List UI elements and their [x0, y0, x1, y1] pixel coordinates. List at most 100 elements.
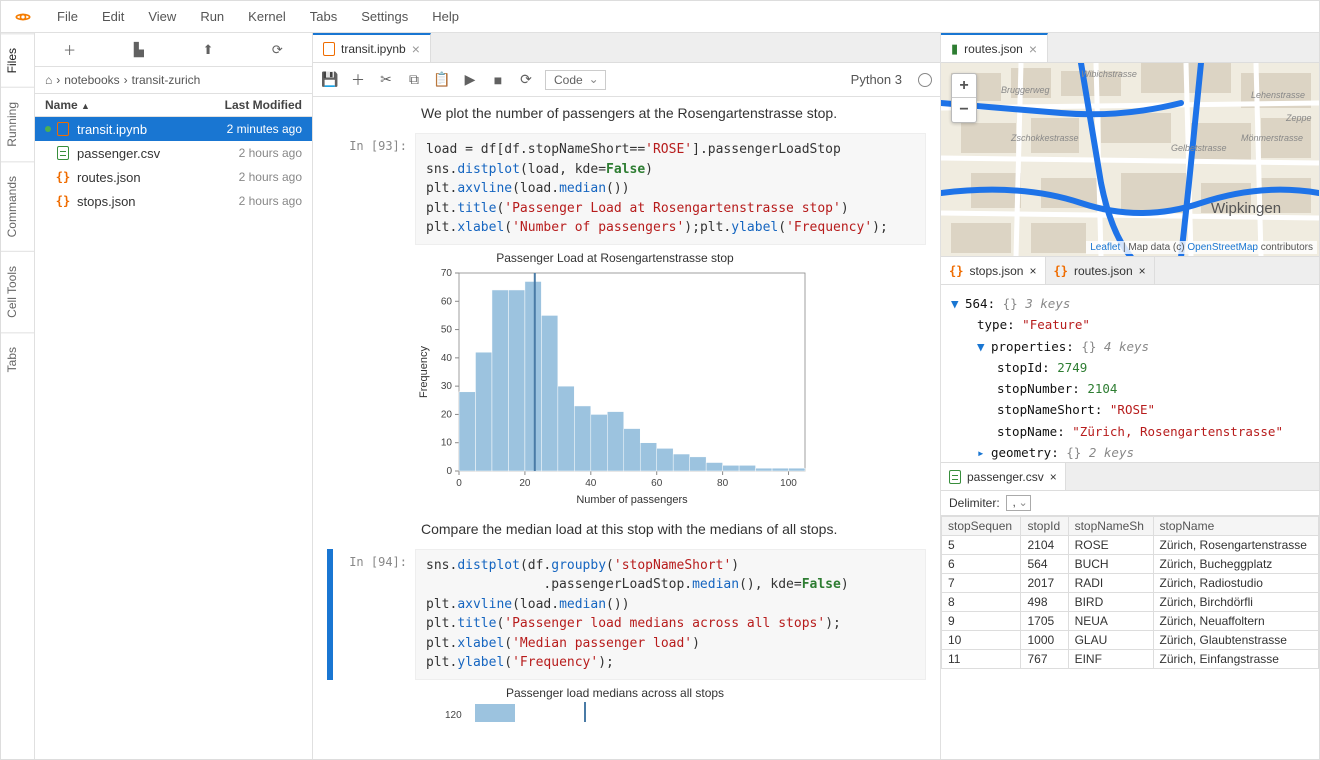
menu-settings[interactable]: Settings: [349, 5, 420, 28]
json-viewer[interactable]: ▼564: {} 3 keys type: "Feature" ▼propert…: [941, 285, 1319, 463]
leaflet-link[interactable]: Leaflet: [1090, 242, 1120, 253]
menu-kernel[interactable]: Kernel: [236, 5, 298, 28]
run-icon[interactable]: ▶: [461, 71, 479, 88]
code-input[interactable]: sns.distplot(df.groupby('stopNameShort')…: [415, 549, 926, 680]
menu-edit[interactable]: Edit: [90, 5, 136, 28]
svg-text:120: 120: [445, 710, 462, 721]
delimiter-dropdown[interactable]: ,: [1006, 495, 1031, 511]
upload-icon[interactable]: ⬆: [196, 42, 220, 58]
menu-tabs[interactable]: Tabs: [298, 5, 349, 28]
home-icon[interactable]: ⌂: [45, 73, 52, 87]
json-icon: {}: [56, 194, 70, 208]
table-row[interactable]: 52104ROSEZürich, Rosengartenstrasse: [942, 536, 1319, 555]
code-input[interactable]: load = df[df.stopNameShort=='ROSE'].pass…: [415, 133, 926, 245]
notebook-cells: We plot the number of passengers at the …: [313, 97, 940, 759]
paste-icon[interactable]: 📋: [433, 71, 451, 88]
csv-header[interactable]: stopName: [1153, 517, 1318, 536]
svg-text:Number of passengers: Number of passengers: [576, 494, 688, 506]
kernel-name[interactable]: Python 3: [851, 72, 902, 87]
breadcrumb-seg[interactable]: notebooks: [64, 73, 119, 87]
delimiter-label: Delimiter:: [949, 496, 1000, 510]
file-row[interactable]: transit.ipynb2 minutes ago: [35, 117, 312, 141]
cut-icon[interactable]: ✂: [377, 71, 395, 88]
close-icon[interactable]: ×: [412, 41, 420, 57]
markdown-cell[interactable]: Compare the median load at this stop wit…: [313, 517, 940, 547]
csv-header[interactable]: stopNameSh: [1068, 517, 1153, 536]
cell-output-chart-partial: Passenger load medians across all stops …: [313, 682, 940, 735]
tab-json-stops[interactable]: {} stops.json ×: [941, 257, 1046, 284]
breadcrumb[interactable]: ⌂ ›notebooks ›transit-zurich: [35, 67, 312, 94]
csv-header[interactable]: stopSequen: [942, 517, 1021, 536]
svg-text:60: 60: [651, 478, 663, 489]
new-folder-icon[interactable]: ▙: [127, 42, 151, 58]
table-row[interactable]: 72017RADIZürich, Radiostudio: [942, 574, 1319, 593]
menu-file[interactable]: File: [45, 5, 90, 28]
file-list: transit.ipynb2 minutes agopassenger.csv2…: [35, 117, 312, 759]
rail-tab-files[interactable]: Files: [1, 33, 34, 87]
sidebar-rail: Files Running Commands Cell Tools Tabs: [1, 33, 35, 759]
close-icon[interactable]: ×: [1029, 264, 1036, 278]
svg-text:Wipkingen: Wipkingen: [1211, 200, 1281, 217]
tab-label: routes.json: [1074, 264, 1133, 278]
close-icon[interactable]: ×: [1029, 41, 1037, 57]
jupyter-logo: [13, 7, 33, 27]
add-cell-icon[interactable]: ＋: [349, 70, 367, 90]
tab-json-routes[interactable]: {} routes.json ×: [1046, 257, 1155, 284]
save-icon[interactable]: 💾: [321, 71, 339, 88]
markdown-cell[interactable]: We plot the number of passengers at the …: [313, 101, 940, 131]
menu-run[interactable]: Run: [188, 5, 236, 28]
chart-title: Passenger load medians across all stops: [415, 686, 815, 700]
disclosure-icon[interactable]: ▸: [977, 442, 987, 463]
table-row[interactable]: 91705NEUAZürich, Neuaffoltern: [942, 612, 1319, 631]
rail-tab-celltools[interactable]: Cell Tools: [1, 251, 34, 332]
disclosure-icon[interactable]: ▼: [977, 336, 987, 357]
svg-text:Wibichstrasse: Wibichstrasse: [1081, 69, 1137, 79]
code-cell[interactable]: In [93]: load = df[df.stopNameShort=='RO…: [313, 131, 940, 247]
tab-csv[interactable]: passenger.csv ×: [941, 463, 1066, 490]
cell-output-chart: Passenger Load at Rosengartenstrasse sto…: [313, 247, 940, 517]
new-launcher-icon[interactable]: ＋: [58, 40, 82, 59]
osm-link[interactable]: OpenStreetMap: [1187, 242, 1258, 253]
stop-icon[interactable]: ■: [489, 72, 507, 88]
cell-type-dropdown[interactable]: Code: [545, 70, 606, 90]
disclosure-icon[interactable]: ▼: [951, 293, 961, 314]
breadcrumb-seg[interactable]: transit-zurich: [132, 73, 201, 87]
col-modified[interactable]: Last Modified: [192, 98, 302, 112]
menu-help[interactable]: Help: [420, 5, 471, 28]
col-name[interactable]: Name: [45, 98, 78, 112]
close-icon[interactable]: ×: [1139, 264, 1146, 278]
copy-icon[interactable]: ⧉: [405, 71, 423, 88]
zoom-in-button[interactable]: +: [952, 74, 976, 98]
code-cell[interactable]: In [94]: sns.distplot(df.groupby('stopNa…: [313, 547, 940, 682]
input-prompt: In [94]:: [337, 549, 415, 680]
notebook-toolbar: 💾 ＋ ✂ ⧉ 📋 ▶ ■ ⟳ Code Python 3: [313, 63, 940, 97]
map-view[interactable]: Wibichstrasse Bruggerweg Lehenstrasse Zs…: [941, 63, 1319, 257]
file-row[interactable]: {}routes.json2 hours ago: [35, 165, 312, 189]
svg-text:Lehenstrasse: Lehenstrasse: [1251, 90, 1305, 100]
tab-notebook[interactable]: transit.ipynb ×: [313, 33, 431, 62]
kernel-status-icon: [918, 73, 932, 87]
csv-header[interactable]: stopId: [1021, 517, 1068, 536]
histogram-plot: 010203040506070020406080100Number of pas…: [415, 267, 815, 507]
rail-tab-commands[interactable]: Commands: [1, 161, 34, 251]
tab-label: passenger.csv: [967, 470, 1044, 484]
table-row[interactable]: 101000GLAUZürich, Glaubtenstrasse: [942, 631, 1319, 650]
refresh-icon[interactable]: ⟳: [265, 42, 289, 58]
restart-icon[interactable]: ⟳: [517, 71, 535, 88]
rail-tab-running[interactable]: Running: [1, 87, 34, 161]
table-row[interactable]: 8498BIRDZürich, Birchdörfli: [942, 593, 1319, 612]
notebook-panel: transit.ipynb × 💾 ＋ ✂ ⧉ 📋 ▶ ■ ⟳ Code Pyt…: [313, 33, 941, 759]
svg-text:50: 50: [441, 324, 453, 335]
tab-map[interactable]: ▮ routes.json ×: [941, 33, 1048, 62]
zoom-out-button[interactable]: −: [952, 98, 976, 122]
close-icon[interactable]: ×: [1050, 470, 1057, 484]
table-row[interactable]: 6564BUCHZürich, Bucheggplatz: [942, 555, 1319, 574]
csv-toolbar: Delimiter: ,: [941, 491, 1319, 516]
menu-view[interactable]: View: [136, 5, 188, 28]
csv-table[interactable]: stopSequenstopIdstopNameShstopName52104R…: [941, 516, 1319, 759]
rail-tab-tabs[interactable]: Tabs: [1, 332, 34, 386]
file-row[interactable]: {}stops.json2 hours ago: [35, 189, 312, 213]
table-row[interactable]: 11767EINFZürich, Einfangstrasse: [942, 650, 1319, 669]
file-row[interactable]: passenger.csv2 hours ago: [35, 141, 312, 165]
svg-text:40: 40: [441, 352, 453, 363]
